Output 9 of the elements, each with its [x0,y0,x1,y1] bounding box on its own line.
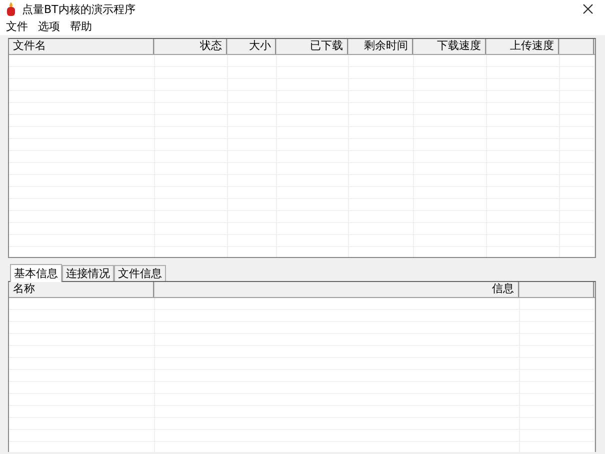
candle-icon [6,2,16,16]
tab[interactable]: 连接情况 [62,265,114,281]
menu-item[interactable]: 选项 [38,19,60,34]
menu-item[interactable]: 帮助 [70,19,92,34]
tab[interactable]: 文件信息 [114,265,166,281]
tab[interactable]: 基本信息 [10,264,62,282]
window-title: 点量BT内核的演示程序 [22,2,136,16]
close-icon[interactable] [583,4,593,14]
menu-item[interactable]: 文件 [6,19,28,34]
